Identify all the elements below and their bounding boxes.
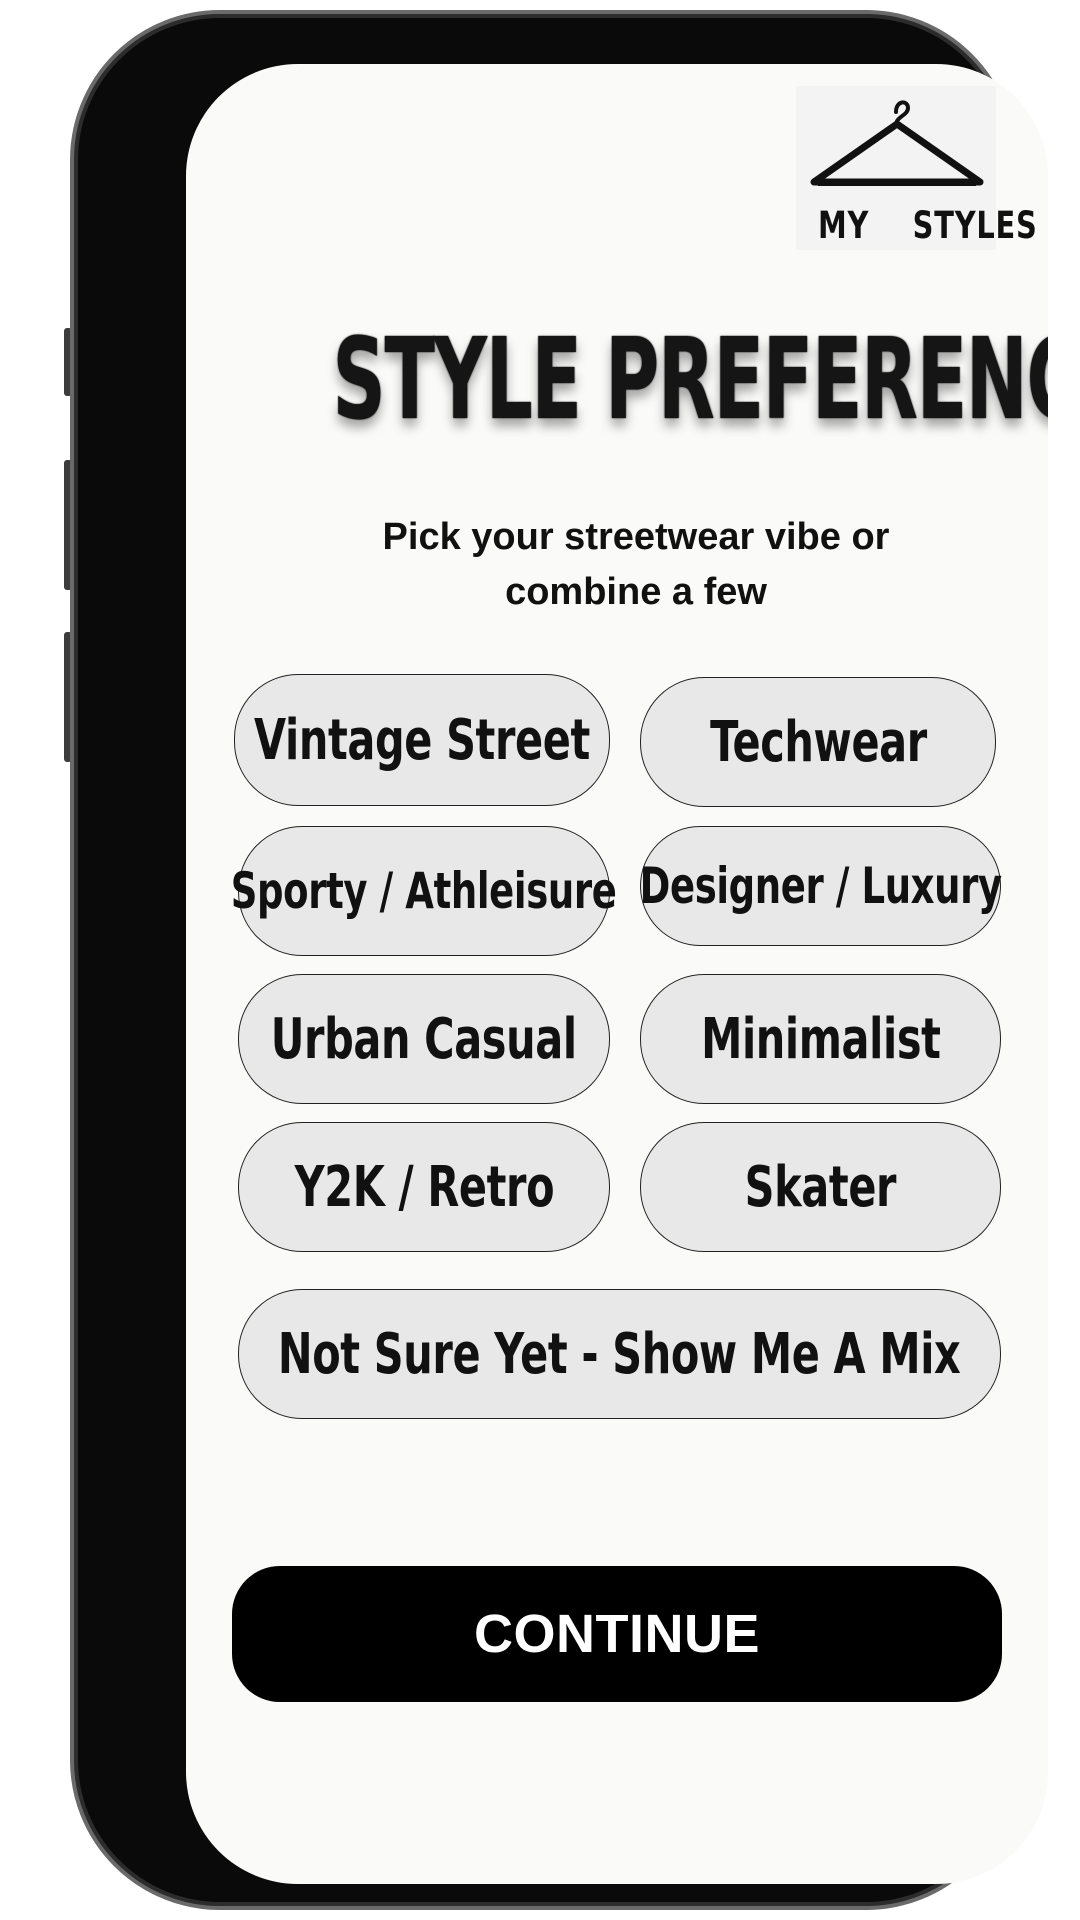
option-minimalist[interactable]: Minimalist — [640, 974, 1001, 1104]
option-vintage-street[interactable]: Vintage Street — [234, 674, 610, 806]
option-urban-casual[interactable]: Urban Casual — [238, 974, 610, 1104]
brand-logo: MY STYLES — [796, 86, 1038, 250]
option-techwear[interactable]: Techwear — [640, 677, 996, 807]
app-screen: MY STYLES STYLE PREFERENCES Pick your st… — [186, 64, 1048, 1884]
option-y2k-retro[interactable]: Y2K / Retro — [238, 1122, 610, 1252]
option-sporty-athleisure[interactable]: Sporty / Athleisure — [231, 826, 617, 956]
option-label: Sporty / Athleisure — [231, 862, 617, 920]
option-label: Y2K / Retro — [294, 1154, 554, 1220]
page-title: STYLE PREFERENCES — [332, 315, 1048, 445]
option-label: Designer / Luxury — [639, 857, 1002, 915]
option-label: Vintage Street — [254, 707, 590, 773]
option-skater[interactable]: Skater — [640, 1122, 1001, 1252]
option-label: Minimalist — [700, 1006, 941, 1072]
continue-button[interactable]: CONTINUE — [232, 1566, 1002, 1702]
option-label: Techwear — [709, 709, 927, 775]
option-label: Not Sure Yet - Show Me A Mix — [278, 1321, 961, 1387]
option-designer-luxury[interactable]: Designer / Luxury — [639, 826, 1002, 946]
option-show-me-a-mix[interactable]: Not Sure Yet - Show Me A Mix — [238, 1289, 1001, 1419]
option-label: Urban Casual — [271, 1006, 577, 1072]
page-subtitle: Pick your streetwear vibe or combine a f… — [382, 516, 890, 613]
option-label: Skater — [744, 1154, 897, 1220]
logo-text: MY STYLES — [818, 204, 1038, 247]
phone-frame: MY STYLES STYLE PREFERENCES Pick your st… — [70, 10, 1048, 1910]
